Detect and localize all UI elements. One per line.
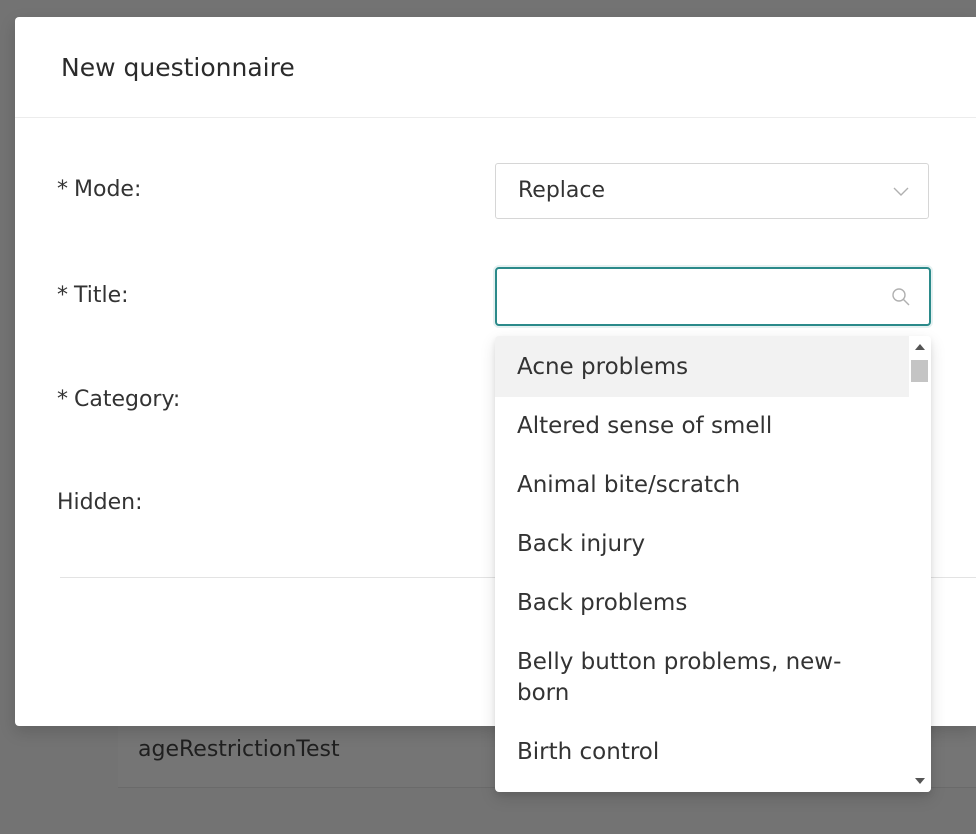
category-label-text: Category: [74, 387, 181, 412]
title-label: * Title: [57, 283, 129, 308]
mode-label-text: Mode: [74, 177, 142, 202]
required-mark: * [57, 177, 68, 202]
dropdown-option[interactable]: Acne problems [495, 336, 909, 397]
caret-up-icon[interactable] [915, 344, 925, 350]
hidden-label-text: Hidden: [57, 490, 143, 515]
title-label-text: Title: [74, 283, 129, 308]
mode-select[interactable]: Replace [495, 163, 929, 219]
scrollbar-thumb[interactable] [911, 360, 928, 382]
chevron-down-icon [893, 187, 909, 196]
dropdown-option[interactable]: Animal bite/scratch [495, 456, 909, 515]
search-icon [892, 288, 910, 306]
dropdown-option[interactable]: Altered sense of smell [495, 397, 909, 456]
title-dropdown-menu: Acne problems Altered sense of smell Ani… [495, 336, 931, 792]
modal-header: New questionnaire [15, 17, 976, 118]
hidden-label: Hidden: [57, 490, 142, 515]
category-label: * Category: [57, 387, 180, 412]
dropdown-option[interactable]: Belly button problems, new-born [495, 633, 909, 723]
dropdown-option[interactable]: Back problems [495, 574, 909, 633]
title-input[interactable] [517, 281, 871, 313]
title-search-select[interactable] [495, 267, 931, 326]
background-table-cell: ageRestrictionTest [138, 737, 340, 762]
dropdown-option[interactable]: Birth control [495, 723, 909, 782]
required-mark: * [57, 283, 68, 308]
dropdown-option[interactable]: Back injury [495, 515, 909, 574]
dropdown-scrollbar[interactable] [909, 336, 931, 792]
mode-label: * Mode: [57, 177, 141, 202]
caret-down-icon[interactable] [915, 778, 925, 784]
required-mark: * [57, 387, 68, 412]
background-table-row [118, 788, 976, 834]
dropdown-list: Acne problems Altered sense of smell Ani… [495, 336, 909, 782]
modal-title: New questionnaire [61, 53, 295, 82]
mode-select-value: Replace [518, 178, 606, 203]
